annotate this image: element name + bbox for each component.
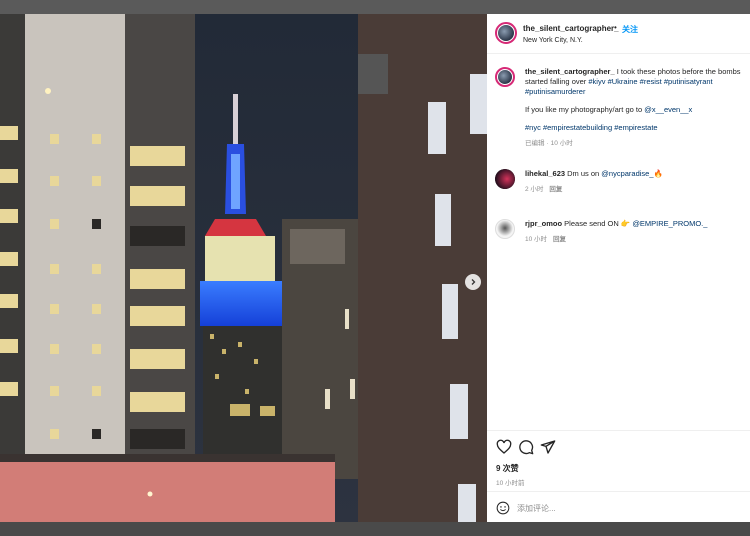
caption-meta: 已编辑 · 10 小时 [525,139,750,149]
emoji-icon[interactable] [496,501,510,515]
comment-icon[interactable] [518,439,534,455]
comment-username[interactable]: lihekal_623 [525,169,565,178]
chevron-right-icon [471,279,476,285]
mention-link[interactable]: @x__even__x [644,105,692,114]
mention-link[interactable]: @EMPIRE_PROMO._ [632,219,707,228]
caption-body: the_silent_cartographer_ I took these ph… [525,67,750,149]
header-separator: • [614,23,617,32]
hashtag-link[interactable]: #resist [640,77,662,86]
backdrop-top-strip [0,0,750,14]
comment-meta: 2 小时 回复 [525,185,750,195]
comment-list[interactable]: the_silent_cartographer_ I took these ph… [487,55,750,430]
meta-dot: · [546,140,549,147]
hashtag-link[interactable]: #empirestate [614,123,657,132]
follow-button[interactable]: 关注 [622,24,638,35]
comment-body: rjpr_omoo Please send ON 👉 @EMPIRE_PROMO… [525,219,750,245]
like-count[interactable]: 9 次赞 [496,463,519,474]
comment-meta: 10 小时 回复 [525,235,750,245]
comment-time[interactable]: 2 小时 [525,186,543,193]
post-location[interactable]: New York City, N.Y. [523,37,583,44]
mention-link[interactable]: @nycparadise_ [601,169,653,178]
post-actions: 9 次赞 10 小时前 [487,430,750,522]
fire-emoji-icon: 🔥 [653,169,663,178]
caption-text-2: If you like my photography/art go to [525,105,645,114]
hashtag-link[interactable]: #putinisamurderer [525,87,585,96]
comment-text: Please send ON [562,219,621,228]
next-photo-button[interactable] [465,274,481,290]
add-comment-input[interactable] [517,500,717,516]
comment-text: Dm us on [565,169,602,178]
caption-avatar[interactable] [495,67,515,87]
post-photo [0,14,487,522]
empire-state-night-photo [0,14,487,522]
hashtag-link[interactable]: #kiyv [588,77,605,86]
reply-button[interactable]: 回复 [553,236,566,243]
post-side-panel: the_silent_cartographer_ • 关注 New York C… [487,14,750,522]
post-header: the_silent_cartographer_ • 关注 New York C… [487,14,750,54]
comment-username[interactable]: rjpr_omoo [525,219,562,228]
author-username[interactable]: the_silent_cartographer_ [523,24,619,33]
caption-username[interactable]: the_silent_cartographer_ [525,67,615,76]
backdrop-bottom-strip [0,522,750,536]
hashtag-link[interactable]: #Ukraine [608,77,638,86]
author-avatar[interactable] [495,22,517,44]
hashtag-link[interactable]: #empirestatebuilding [543,123,612,132]
share-icon[interactable] [540,439,556,455]
hashtag-link[interactable]: #nyc [525,123,541,132]
commenter-avatar[interactable] [495,169,515,189]
reply-button[interactable]: 回复 [549,186,562,193]
caption-time[interactable]: 10 小时 [551,140,573,147]
edited-label: 已编辑 [525,140,545,147]
comment-body: lihekal_623 Dm us on @nycparadise_🔥 2 小时… [525,169,750,195]
comment-time[interactable]: 10 小时 [525,236,547,243]
heart-icon[interactable] [496,439,512,455]
pointing-hand-emoji-icon: 👉 [620,219,631,228]
commenter-avatar[interactable] [495,219,515,239]
add-comment-row [487,491,750,523]
hashtag-link[interactable]: #putinisatyrant [664,77,713,86]
post-time[interactable]: 10 小时前 [496,477,525,487]
